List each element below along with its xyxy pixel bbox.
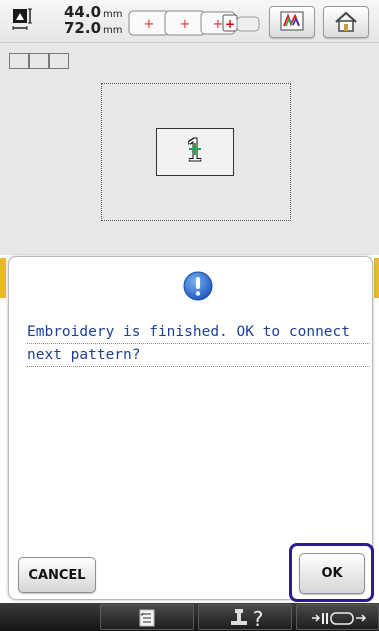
grid-display-icon [9,53,69,69]
svg-text:+: + [180,17,191,32]
width-unit: mm [103,9,123,20]
pattern-size-readout: 44.0 mm 72.0 mm [42,2,123,39]
checklist-icon [139,609,155,627]
height-unit: mm [103,25,123,36]
ok-button[interactable]: OK [299,553,365,594]
top-toolbar: 44.0 mm 72.0 mm + + + + [0,0,379,43]
message-line-2: next pattern? [27,344,370,367]
embroidery-preview: 1 [0,43,379,255]
help-button[interactable]: ? [198,604,292,630]
svg-text:?: ? [253,607,264,630]
checklist-button[interactable] [100,604,194,630]
help-machine-icon: ? [231,607,264,630]
home-icon [335,11,357,32]
cancel-button[interactable]: CANCEL [18,557,96,593]
background-edge-left [0,258,6,298]
background-edge-right [374,258,379,298]
pattern-thumbnail: 1 [156,128,234,176]
pattern-center-icon [189,143,201,155]
height-value: 72.0 [64,19,102,37]
svg-text:+: + [225,17,235,31]
svg-text:+: + [213,17,224,32]
thread-tension-icon [312,612,367,625]
pattern-size-icon [12,8,34,32]
dialog-message: Embroidery is finished. OK to connect ne… [27,321,370,367]
svg-text:+: + [144,17,155,32]
thread-color-button[interactable] [269,6,315,38]
message-line-1: Embroidery is finished. OK to connect [27,321,370,344]
bottom-bar: ? [0,603,379,631]
hoop-size-selector[interactable]: + + + + [128,9,262,37]
pattern-height: 72.0 mm [64,20,123,39]
home-button[interactable] [323,6,369,38]
hoop-size-selector-icon: + + + + [128,10,260,36]
thread-tension-button[interactable] [296,604,379,630]
info-exclamation-icon [183,271,213,301]
thread-color-icon [280,11,304,31]
